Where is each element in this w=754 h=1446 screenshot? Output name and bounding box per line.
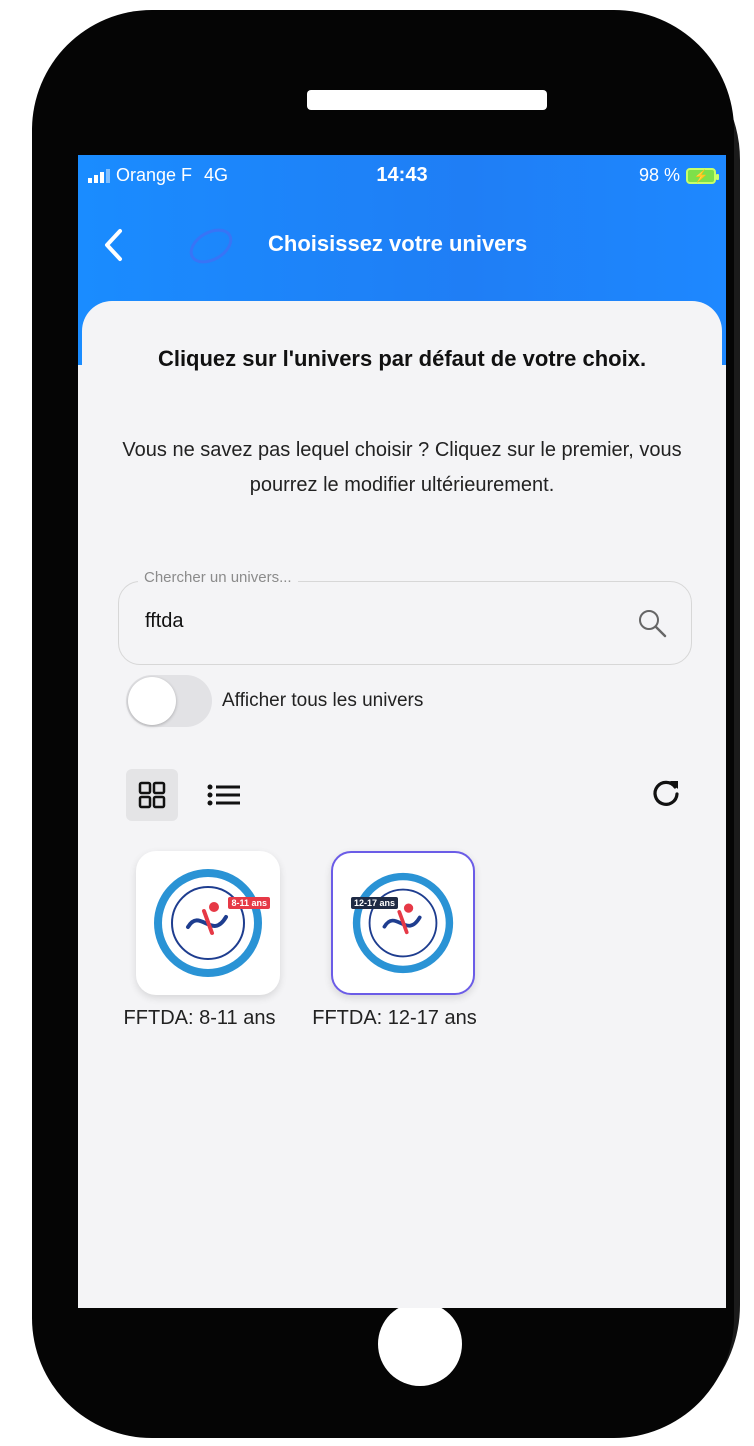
- chevron-left-icon: [105, 229, 122, 261]
- age-badge: 12-17 ans: [351, 897, 399, 909]
- instruction-heading: Cliquez sur l'univers par défaut de votr…: [157, 346, 647, 371]
- battery-charging-icon: ⚡: [686, 167, 719, 184]
- universe-card-tile[interactable]: 8-11 ans: [136, 851, 280, 995]
- search-legend: Chercher un univers...: [138, 569, 298, 586]
- toggle-knob: [128, 677, 176, 725]
- age-badge: 8-11 ans: [228, 897, 270, 909]
- app-screen: Orange F 4G 14:43 98 % ⚡ Choisissez votr…: [78, 155, 726, 1308]
- search-input-value[interactable]: fftda: [145, 610, 184, 633]
- show-all-toggle[interactable]: [126, 675, 212, 727]
- search-field: fftda Chercher un univers...: [118, 569, 692, 665]
- search-input[interactable]: fftda: [118, 581, 692, 665]
- grid-view-icon: [138, 781, 166, 809]
- universe-card-label: FFTDA: 12-17 ans: [312, 1007, 477, 1029]
- show-all-toggle-row: Afficher tous les univers: [126, 675, 424, 727]
- fftda-logo-icon: [352, 872, 454, 974]
- grid-view-button[interactable]: [126, 769, 178, 821]
- toggle-label: Afficher tous les univers: [222, 690, 424, 711]
- instruction-subtext: Vous ne savez pas lequel choisir ? Cliqu…: [122, 439, 682, 496]
- phone-home-button[interactable]: [378, 1302, 462, 1386]
- universe-card[interactable]: 8-11 ans FFTDA: 8-11 ans: [112, 851, 287, 1030]
- search-icon[interactable]: [637, 608, 667, 638]
- nav-bar: Choisissez votre univers: [78, 215, 726, 275]
- battery-percent: 98 %: [638, 165, 680, 185]
- phone-speaker: [307, 90, 547, 110]
- universe-card-tile[interactable]: 12-17 ans: [331, 851, 475, 995]
- universe-card[interactable]: 12-17 ans FFTDA: 12-17 ans: [307, 851, 482, 1030]
- back-button[interactable]: [102, 227, 142, 267]
- refresh-button[interactable]: [646, 773, 686, 813]
- page-title: Choisissez votre univers: [268, 231, 528, 256]
- status-bar: Orange F 4G 14:43 98 % ⚡: [78, 155, 726, 195]
- app-logo-icon: [183, 221, 239, 271]
- status-time: 14:43: [376, 164, 428, 186]
- status-right: 98 % ⚡: [638, 165, 719, 186]
- universe-list: 8-11 ans FFTDA: 8-11 ans 12-17 ans FFTDA…: [112, 851, 482, 1030]
- list-view-icon: [207, 784, 240, 806]
- content-panel: Cliquez sur l'univers par défaut de votr…: [82, 301, 722, 1308]
- refresh-icon: [653, 780, 679, 806]
- list-view-button[interactable]: [204, 777, 244, 813]
- fftda-logo-icon: [154, 869, 262, 977]
- universe-card-label: FFTDA: 8-11 ans: [123, 1007, 276, 1029]
